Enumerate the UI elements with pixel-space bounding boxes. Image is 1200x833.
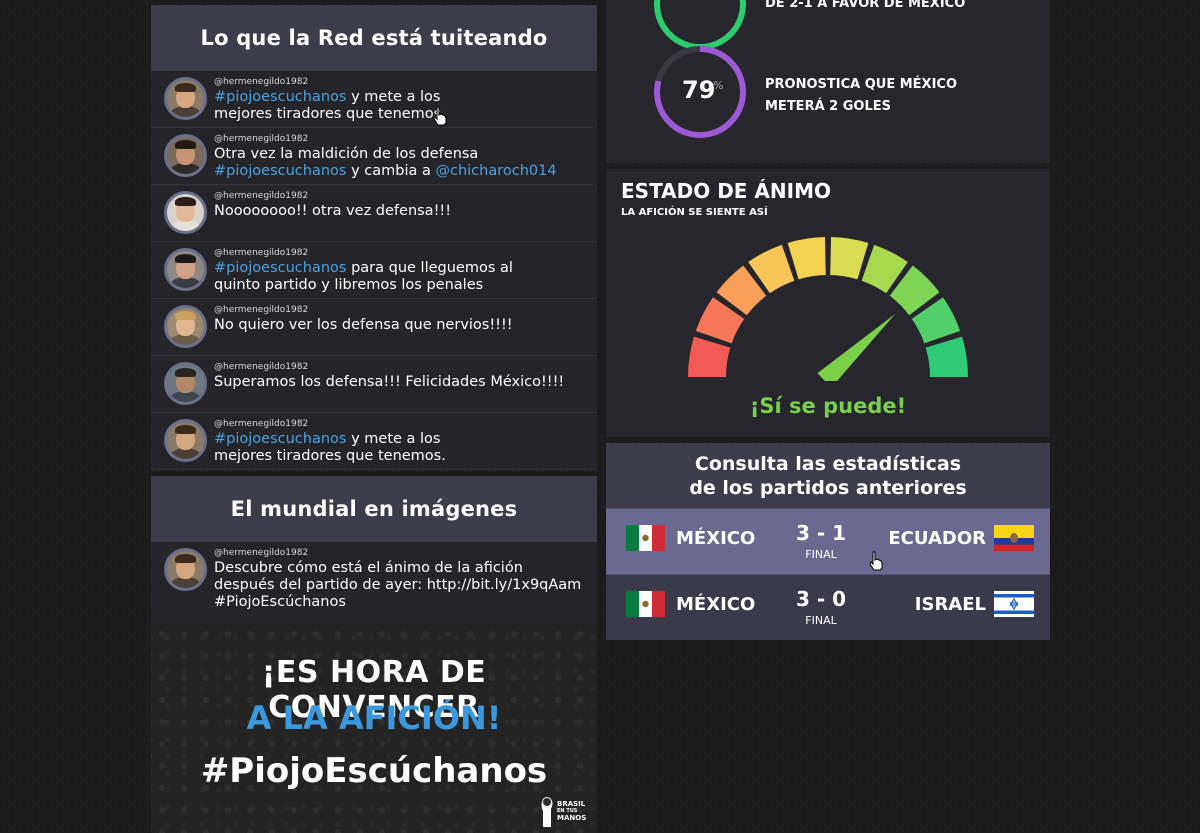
tweet-item[interactable]: @hermenegildo1982 #piojoescuchanos para … [151,242,597,299]
avatar[interactable] [164,134,207,177]
tweet-handle[interactable]: @hermenegildo1982 [214,134,557,145]
avatar[interactable] [164,548,207,591]
brasil-en-tus-manos-logo: BRASIL EN TUS MANOS [537,793,589,831]
tweet-item[interactable]: @hermenegildo1982 Superamos los defensa!… [151,356,597,413]
tweet-list: @hermenegildo1982 #piojoescuchanos y met… [151,71,597,470]
tweet-text: #piojoescuchanos y mete a los mejores tir… [214,89,446,122]
predictions-panel: DE 2-1 A FAVOR DE MÉXICO 79 % PRONOSTICA… [606,0,1050,163]
avatar[interactable] [164,419,207,462]
percent-value: 79 [682,76,716,104]
tweet-text: Superamos los defensa!!! Felicidades Méx… [214,374,565,390]
tweet-handle[interactable]: @hermenegildo1982 [214,305,513,316]
tweet-text: Descubre cómo está el ánimo de la afició… [214,560,582,610]
mundial-tweet[interactable]: @hermenegildo1982 Descubre cómo está el … [151,542,597,623]
home-team: MÉXICO [676,528,756,549]
mood-title: ESTADO DE ÁNIMO [621,179,831,203]
home-team: MÉXICO [676,594,756,615]
promo-banner[interactable]: ¡ES HORA DE CONVENCER A LA AFICIÓN! #Pio… [151,623,597,833]
israel-flag-icon [994,591,1034,617]
ecuador-flag-icon [994,525,1034,551]
tweet-handle[interactable]: @hermenegildo1982 [214,248,513,259]
tweet-handle[interactable]: @hermenegildo1982 [214,548,581,559]
mood-panel: ESTADO DE ÁNIMO LA AFICIÓN SE SIENTE ASÍ… [606,169,1050,437]
gauge-needle [817,314,896,381]
tweet-item[interactable]: @hermenegildo1982 #piojoescuchanos y met… [151,413,597,470]
gauge-segment [830,237,869,280]
mexico-flag-icon [626,525,665,551]
hand-cursor-icon [869,551,883,571]
match-score: 3 - 0 [795,587,847,611]
match-row[interactable]: MÉXICO 3 - 0 FINAL ISRAEL [606,574,1050,640]
hand-icon [541,797,553,827]
tweet-text: Noooooooo!! otra vez defensa!!! [214,203,452,219]
right-column: DE 2-1 A FAVOR DE MÉXICO 79 % PRONOSTICA… [606,0,1050,640]
tweet-handle[interactable]: @hermenegildo1982 [214,419,446,430]
hashtag-link[interactable]: #piojoescuchanos [214,163,346,179]
hashtag-link[interactable]: #piojoescuchanos [214,431,346,447]
tweet-link[interactable]: después del partido de ayer: http://bit.… [214,577,581,593]
mood-gauge [688,237,968,381]
gauge-segment [925,336,968,377]
tweet-text: #piojoescuchanos y mete a los mejores tir… [214,431,446,464]
match-row[interactable]: MÉXICO 3 - 1 FINAL ECUADOR [606,508,1050,574]
prediction-top-text: DE 2-1 A FAVOR DE MÉXICO [765,0,966,11]
match-status: FINAL [805,548,837,561]
tweet-item[interactable]: @hermenegildo1982 Otra vez la maldición … [151,128,597,185]
avatar[interactable] [164,248,207,291]
promo-subheadline: A LA AFICIÓN! [246,699,502,737]
tweet-handle[interactable]: @hermenegildo1982 [214,77,446,88]
mexico-flag-icon [626,591,665,617]
mundial-section-title: El mundial en imágenes [151,476,597,542]
tweet-text: No quiero ver los defensa que nervios!!!… [214,317,513,333]
tweet-handle[interactable]: @hermenegildo1982 [214,362,564,373]
avatar[interactable] [164,305,207,348]
left-column: Lo que la Red está tuiteando @hermenegil… [151,5,597,833]
away-team: ISRAEL [914,594,986,615]
gauge-segment [787,237,826,280]
tweet-text: #piojoescuchanos para que lleguemos al qu… [214,260,513,293]
match-status: FINAL [805,614,837,627]
avatar[interactable] [164,191,207,234]
stats-panel: Consulta las estadísticas de los partido… [606,443,1050,640]
avatar[interactable] [164,77,207,120]
hand-cursor-icon [433,106,447,126]
twitter-feed-title: Lo que la Red está tuiteando [151,5,597,71]
mood-cta: ¡Sí se puede! [749,394,907,418]
stats-title: Consulta las estadísticas de los partido… [606,443,1050,508]
tweet-item[interactable]: @hermenegildo1982 #piojoescuchanos y met… [151,71,597,128]
tweet-item[interactable]: @hermenegildo1982 Noooooooo!! otra vez d… [151,185,597,242]
hashtag-link[interactable]: #PiojoEscúchanos [214,594,346,610]
tweet-text: Otra vez la maldición de los defensa #pio… [214,146,557,179]
match-score: 3 - 1 [795,521,847,545]
tweet-item[interactable]: @hermenegildo1982 No quiero ver los defe… [151,299,597,356]
gauge-segment [688,336,731,377]
promo-hashtag: #PiojoEscúchanos [200,751,548,791]
avatar[interactable] [164,362,207,405]
mention-link[interactable]: @chicharoch014 [435,163,556,179]
mood-subtitle: LA AFICIÓN SE SIENTE ASÍ [621,207,768,218]
away-team: ECUADOR [888,528,986,549]
tweet-handle[interactable]: @hermenegildo1982 [214,191,451,202]
percent-symbol: % [713,79,724,92]
hashtag-link[interactable]: #piojoescuchanos [214,260,346,276]
hashtag-link[interactable]: #piojoescuchanos [214,89,346,105]
prediction-bottom-text: PRONOSTICA QUE MÉXICO METERÁ 2 GOLES [765,77,957,114]
